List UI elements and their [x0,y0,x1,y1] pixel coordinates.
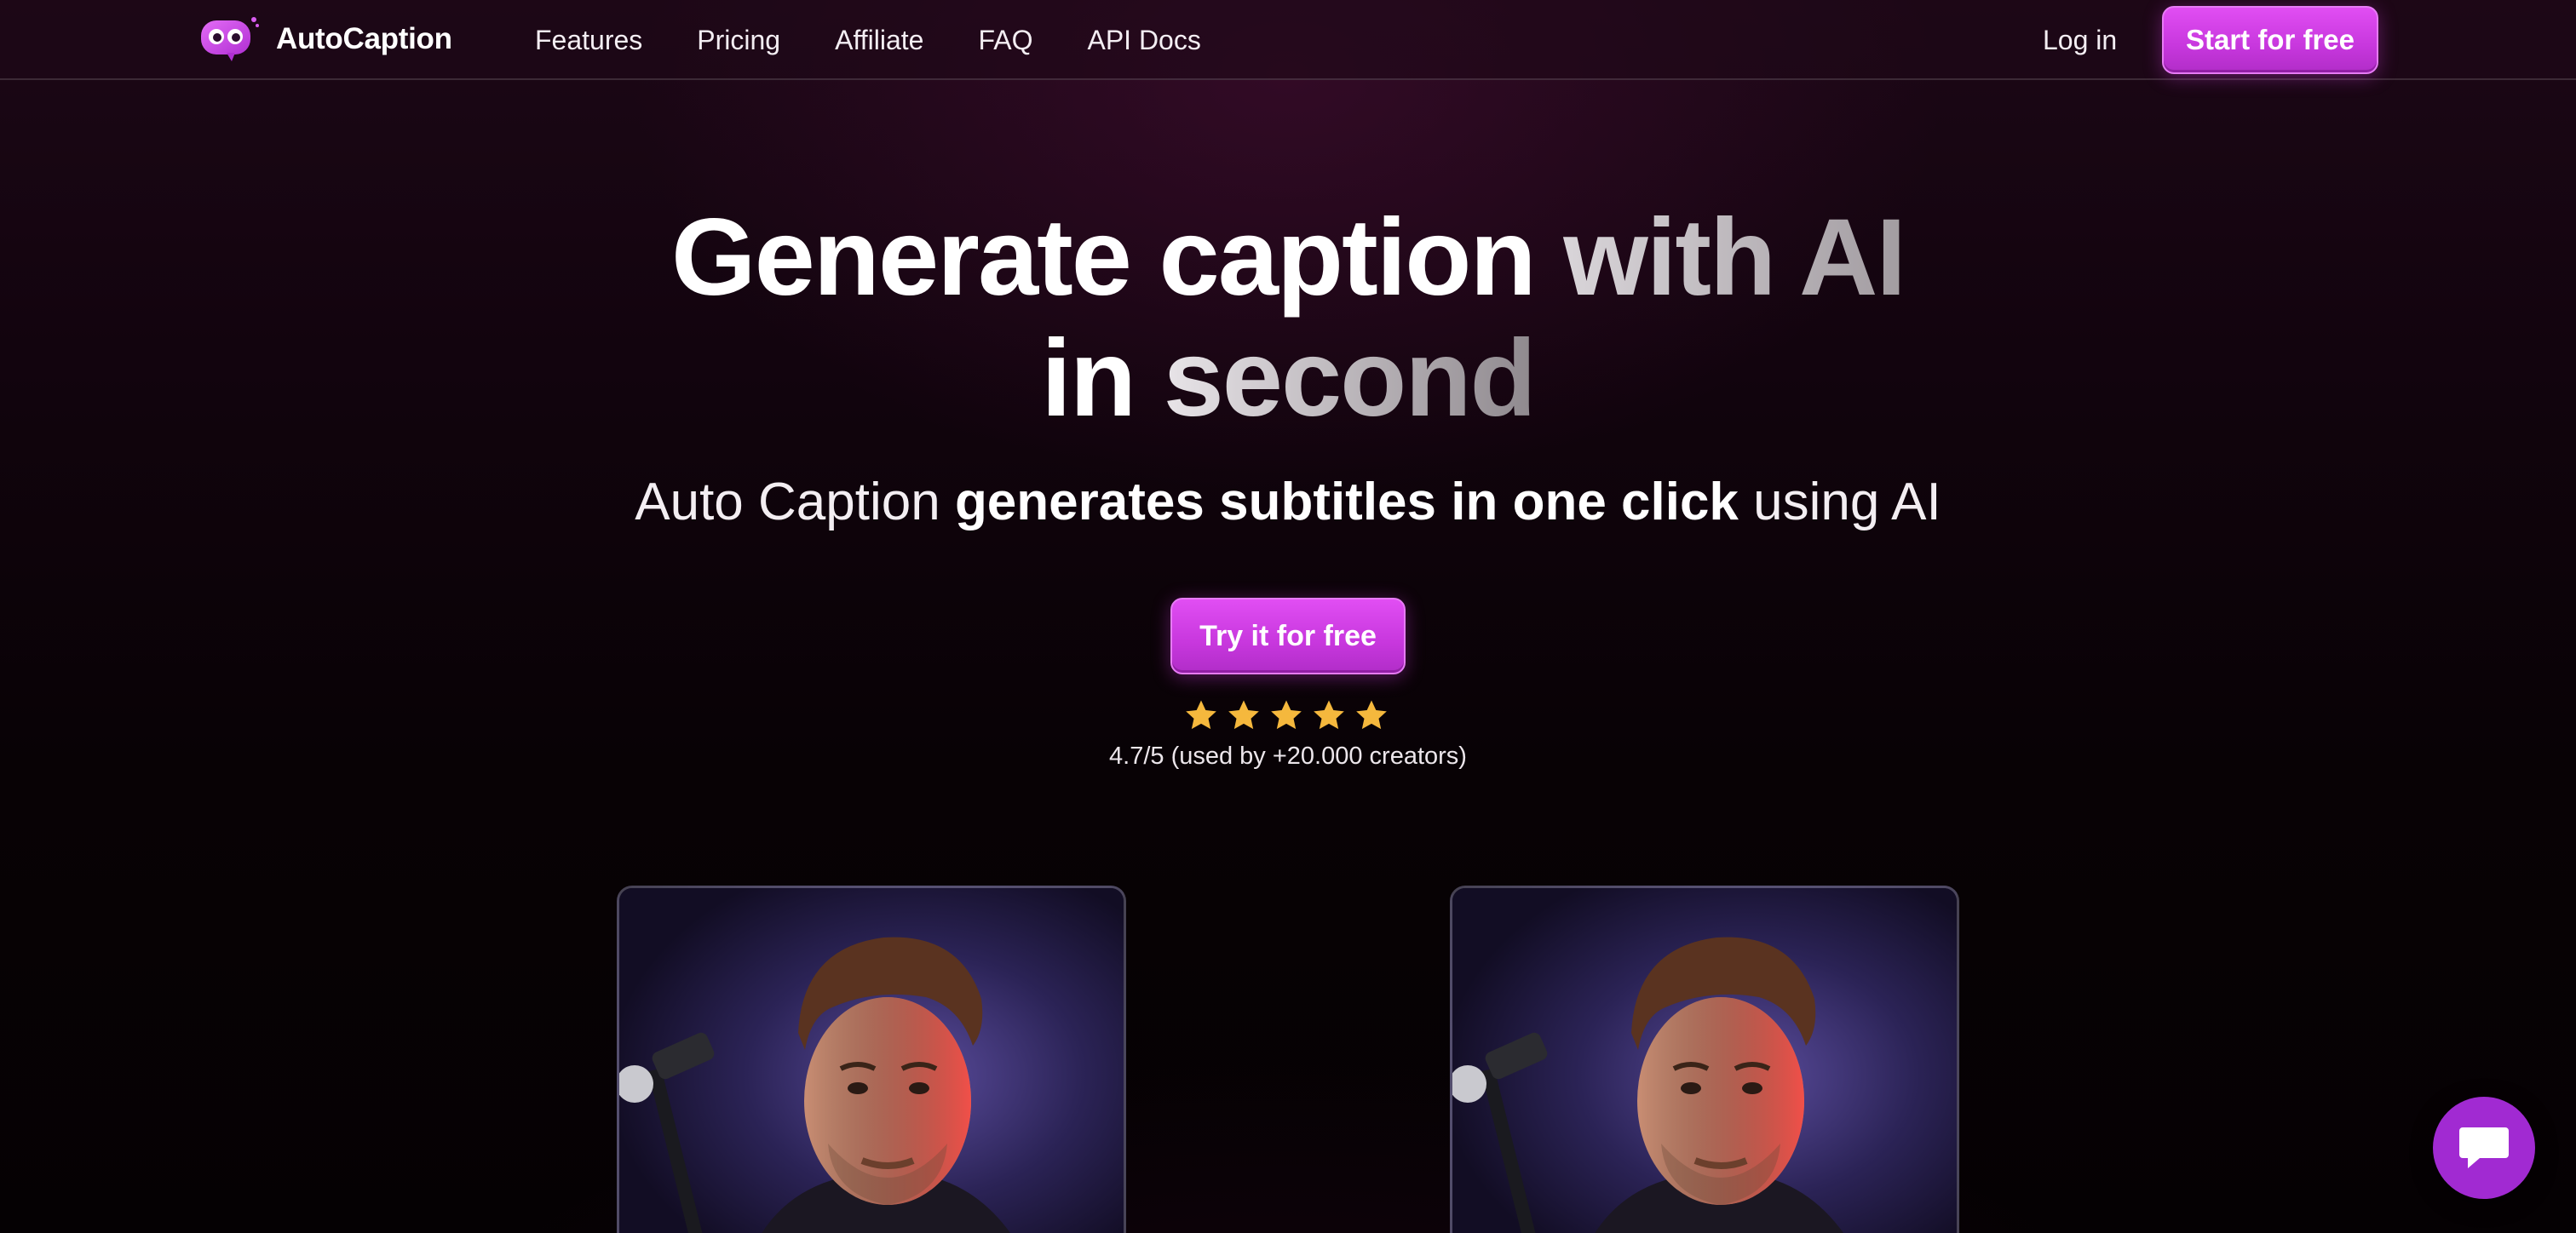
landing-page: AutoCaption Features Pricing Affiliate F… [0,0,2576,1233]
star-icon [1356,700,1387,730]
subtitle-bold: generates subtitles in one click [954,473,1739,531]
nav-link-features[interactable]: Features [535,25,642,56]
nav-link-faq[interactable]: FAQ [978,25,1032,56]
nav-links: Features Pricing Affiliate FAQ API Docs [535,0,1201,80]
subtitle-pre: Auto Caption [635,473,940,531]
star-icon [1314,700,1344,730]
rating-stars [1184,698,1389,736]
creator-portrait-image [1452,888,1957,1233]
hero-title-line1-white: Generate caption [671,197,1537,318]
robot-mascot-icon [201,17,259,61]
top-navigation: AutoCaption Features Pricing Affiliate F… [0,0,2576,80]
star-icon [1186,700,1216,730]
creator-video-before-thumbnail[interactable] [617,886,1126,1233]
hero-subtitle: Auto Caption generates subtitles in one … [0,470,2576,535]
star-icon [1271,700,1302,730]
creator-video-after-thumbnail[interactable] [1450,886,1959,1233]
hero-title-line1-gray: with AI [1563,197,1906,318]
star-icon [1228,700,1259,730]
start-for-free-button[interactable]: Start for free [2162,6,2378,74]
chat-widget-button[interactable] [2433,1097,2535,1199]
nav-link-affiliate[interactable]: Affiliate [835,25,923,56]
subtitle-post: using AI [1753,473,1941,531]
hero-title-line2-white: in [1041,318,1136,439]
nav-link-pricing[interactable]: Pricing [697,25,780,56]
hero-title: Generate caption with AI in second [0,198,2576,439]
chat-bubble-icon [2459,1127,2509,1168]
hero-title-line2-gray: second [1163,318,1537,439]
brand-name: AutoCaption [276,22,452,55]
try-it-for-free-button[interactable]: Try it for free [1170,598,1406,674]
nav-link-api-docs[interactable]: API Docs [1087,25,1200,56]
rating-text: 4.7/5 (used by +20.000 creators) [1109,743,1467,770]
brand-logo-link[interactable]: AutoCaption [198,14,452,65]
creator-portrait-image [619,888,1124,1233]
login-link[interactable]: Log in [2043,0,2117,80]
